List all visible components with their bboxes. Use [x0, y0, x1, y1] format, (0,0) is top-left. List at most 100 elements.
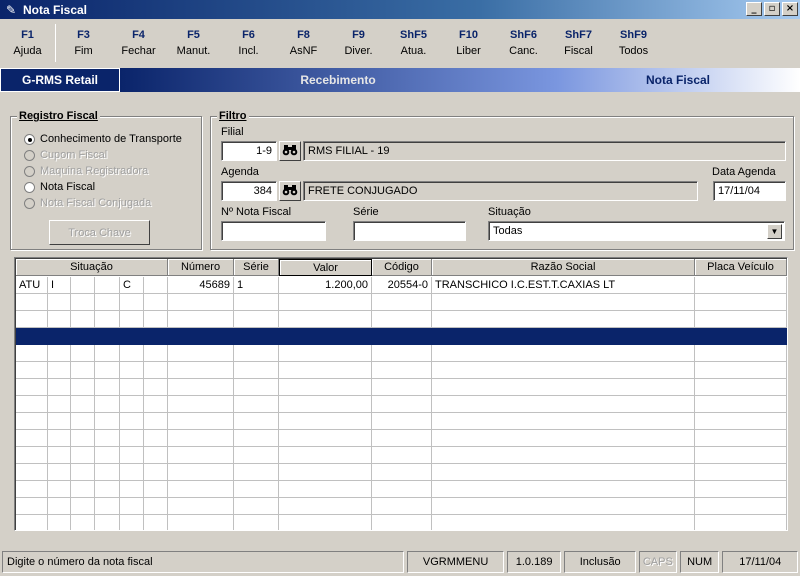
column-header-placa-veiculo[interactable]: Placa Veículo: [695, 259, 787, 276]
cell-s5[interactable]: C: [120, 277, 144, 294]
empty-cell[interactable]: [168, 481, 234, 498]
empty-cell[interactable]: [48, 447, 71, 464]
empty-cell[interactable]: [48, 396, 71, 413]
empty-cell[interactable]: [432, 345, 695, 362]
empty-cell[interactable]: [71, 311, 95, 328]
empty-cell[interactable]: [695, 481, 787, 498]
empty-cell[interactable]: [432, 464, 695, 481]
empty-cell[interactable]: [48, 311, 71, 328]
empty-cell[interactable]: [48, 294, 71, 311]
empty-cell[interactable]: [144, 447, 168, 464]
empty-cell[interactable]: [120, 430, 144, 447]
fkey-f6-button[interactable]: F6 Incl.: [221, 20, 276, 66]
cell-placa[interactable]: [695, 277, 787, 294]
empty-cell[interactable]: [71, 447, 95, 464]
empty-cell[interactable]: [168, 294, 234, 311]
empty-cell[interactable]: [168, 464, 234, 481]
empty-cell[interactable]: [144, 481, 168, 498]
empty-cell[interactable]: [16, 481, 48, 498]
column-header-numero[interactable]: Número: [168, 259, 234, 276]
empty-cell[interactable]: [432, 396, 695, 413]
fkey-f5-button[interactable]: F5 Manut.: [166, 20, 221, 66]
empty-cell[interactable]: [279, 481, 372, 498]
empty-cell[interactable]: [16, 362, 48, 379]
data-agenda-input[interactable]: 17/11/04: [713, 181, 786, 201]
fkey-shf6-button[interactable]: ShF6 Canc.: [496, 20, 551, 66]
empty-cell[interactable]: [372, 447, 432, 464]
cell-s4[interactable]: [95, 277, 120, 294]
empty-cell[interactable]: [372, 515, 432, 530]
empty-cell[interactable]: [279, 464, 372, 481]
fkey-f10-button[interactable]: F10 Liber: [441, 20, 496, 66]
cell-s2[interactable]: I: [48, 277, 71, 294]
empty-cell[interactable]: [234, 345, 279, 362]
filial-lookup-button[interactable]: [279, 141, 301, 161]
empty-cell[interactable]: [95, 430, 120, 447]
empty-cell[interactable]: [695, 447, 787, 464]
empty-cell[interactable]: [16, 396, 48, 413]
fkey-shf7-button[interactable]: ShF7 Fiscal: [551, 20, 606, 66]
empty-cell[interactable]: [95, 447, 120, 464]
empty-cell[interactable]: [432, 515, 695, 530]
empty-cell[interactable]: [168, 362, 234, 379]
empty-cell[interactable]: [48, 515, 71, 530]
empty-cell[interactable]: [16, 413, 48, 430]
empty-cell[interactable]: [71, 345, 95, 362]
empty-cell[interactable]: [120, 498, 144, 515]
minimize-button[interactable]: _: [746, 2, 762, 16]
fkey-shf9-button[interactable]: ShF9 Todos: [606, 20, 661, 66]
fkey-f4-button[interactable]: F4 Fechar: [111, 20, 166, 66]
empty-cell[interactable]: [168, 345, 234, 362]
empty-cell[interactable]: [168, 413, 234, 430]
empty-cell[interactable]: [48, 345, 71, 362]
empty-cell[interactable]: [234, 464, 279, 481]
empty-cell[interactable]: [71, 413, 95, 430]
empty-cell[interactable]: [432, 481, 695, 498]
empty-cell[interactable]: [48, 379, 71, 396]
empty-cell[interactable]: [372, 362, 432, 379]
selected-row-highlight[interactable]: [16, 328, 787, 345]
empty-cell[interactable]: [234, 396, 279, 413]
empty-cell[interactable]: [144, 498, 168, 515]
cell-razao[interactable]: TRANSCHICO I.C.EST.T.CAXIAS LT: [432, 277, 695, 294]
empty-cell[interactable]: [372, 413, 432, 430]
empty-cell[interactable]: [432, 311, 695, 328]
situacao-select[interactable]: Todas ▼: [488, 221, 785, 241]
empty-cell[interactable]: [16, 498, 48, 515]
empty-cell[interactable]: [95, 379, 120, 396]
empty-cell[interactable]: [372, 345, 432, 362]
empty-cell[interactable]: [16, 464, 48, 481]
empty-cell[interactable]: [168, 515, 234, 530]
empty-cell[interactable]: [16, 430, 48, 447]
agenda-lookup-button[interactable]: [279, 181, 301, 201]
radio-nota-fiscal[interactable]: Nota Fiscal: [24, 181, 95, 193]
empty-cell[interactable]: [695, 362, 787, 379]
empty-cell[interactable]: [71, 515, 95, 530]
fkey-f1-button[interactable]: F1 Ajuda: [0, 20, 55, 66]
empty-cell[interactable]: [234, 311, 279, 328]
fkey-f9-button[interactable]: F9 Diver.: [331, 20, 386, 66]
empty-cell[interactable]: [16, 379, 48, 396]
empty-cell[interactable]: [71, 294, 95, 311]
empty-cell[interactable]: [234, 294, 279, 311]
empty-cell[interactable]: [144, 413, 168, 430]
empty-cell[interactable]: [432, 379, 695, 396]
empty-cell[interactable]: [372, 464, 432, 481]
empty-cell[interactable]: [168, 447, 234, 464]
empty-cell[interactable]: [279, 396, 372, 413]
empty-cell[interactable]: [234, 413, 279, 430]
empty-cell[interactable]: [144, 311, 168, 328]
empty-cell[interactable]: [234, 447, 279, 464]
empty-cell[interactable]: [120, 311, 144, 328]
empty-cell[interactable]: [95, 362, 120, 379]
empty-cell[interactable]: [95, 294, 120, 311]
empty-cell[interactable]: [372, 430, 432, 447]
empty-cell[interactable]: [432, 294, 695, 311]
empty-cell[interactable]: [120, 447, 144, 464]
column-header-serie[interactable]: Série: [234, 259, 279, 276]
empty-cell[interactable]: [695, 464, 787, 481]
empty-cell[interactable]: [695, 345, 787, 362]
empty-cell[interactable]: [120, 481, 144, 498]
empty-cell[interactable]: [144, 362, 168, 379]
empty-cell[interactable]: [95, 464, 120, 481]
